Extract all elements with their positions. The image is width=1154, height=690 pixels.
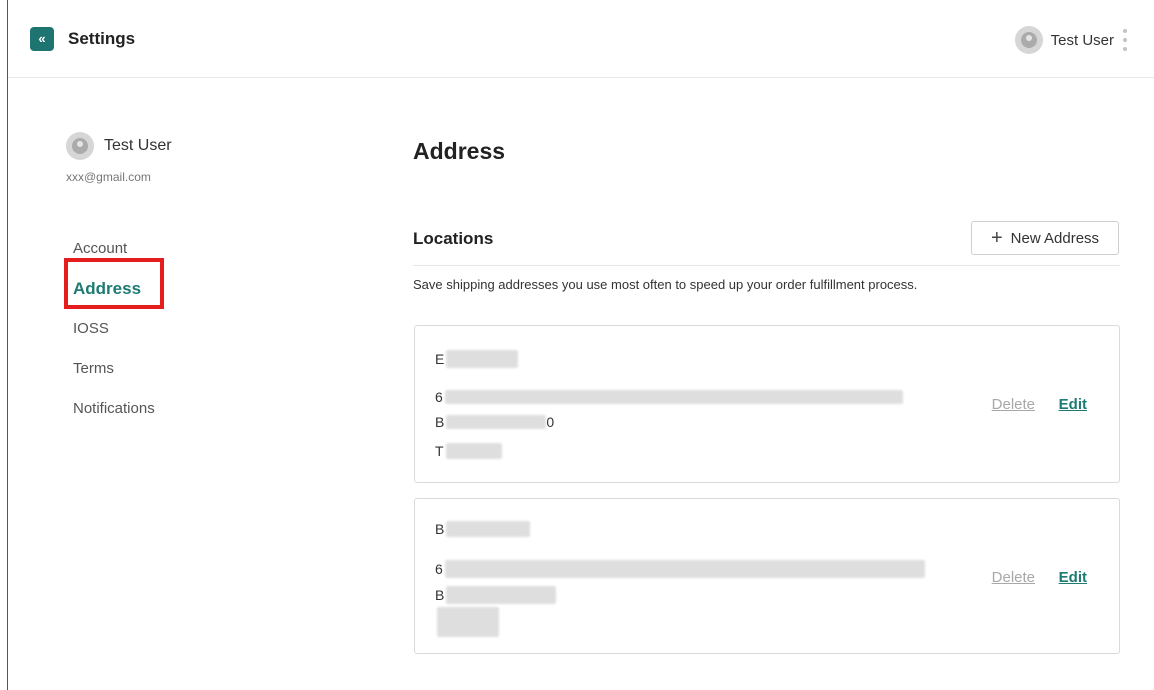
redacted-text — [444, 390, 903, 404]
sidebar-item-notifications[interactable]: Notifications — [73, 398, 155, 438]
delete-button[interactable]: Delete — [992, 396, 1035, 413]
redacted-text — [445, 443, 502, 459]
new-address-button[interactable]: + New Address — [971, 221, 1119, 255]
kebab-menu-icon[interactable] — [1122, 29, 1128, 51]
redacted-text — [437, 607, 499, 637]
user-menu[interactable]: Test User — [1014, 26, 1114, 54]
address-street: 6 — [435, 560, 925, 578]
delete-button[interactable]: Delete — [992, 569, 1035, 586]
top-bar: « Settings Test User — [8, 0, 1154, 78]
address-city: B 0 — [435, 414, 555, 430]
avatar — [66, 132, 94, 160]
section-description: Save shipping addresses you use most oft… — [413, 277, 918, 292]
redacted-text — [446, 415, 547, 429]
profile-email: xxx@gmail.com — [66, 170, 151, 184]
address-city: B — [435, 586, 557, 604]
address-phone: T — [435, 443, 502, 459]
window-edge — [7, 0, 8, 690]
avatar — [1014, 26, 1043, 54]
app-title: Settings — [68, 29, 136, 48]
new-address-label: New Address — [1010, 229, 1100, 247]
section-divider — [413, 265, 1120, 266]
address-card: B 6 B Delete Edit — [414, 498, 1120, 654]
redacted-text — [446, 521, 531, 537]
annotation-highlight — [64, 258, 164, 309]
sidebar-item-ioss[interactable]: IOSS — [73, 318, 155, 358]
address-phone — [435, 607, 499, 637]
redacted-text — [444, 560, 925, 578]
user-name: Test User — [1050, 31, 1114, 49]
redacted-text — [446, 586, 557, 604]
profile-name: Test User — [104, 137, 172, 154]
edit-button[interactable]: Edit — [1059, 396, 1087, 413]
double-chevron-left-icon[interactable]: « — [30, 27, 54, 51]
sidebar-item-terms[interactable]: Terms — [73, 358, 155, 398]
address-name: B — [435, 521, 531, 537]
sidebar-profile: Test User xxx@gmail.com — [66, 132, 172, 184]
redacted-text — [446, 350, 519, 368]
page-title: Address — [413, 138, 506, 164]
plus-icon: + — [990, 227, 1003, 249]
edit-button[interactable]: Edit — [1059, 569, 1087, 586]
address-card: E 6 B 0 T Delete Edit — [414, 325, 1120, 483]
address-name: E — [435, 350, 519, 368]
section-title: Locations — [413, 229, 494, 248]
address-street: 6 — [435, 389, 903, 405]
